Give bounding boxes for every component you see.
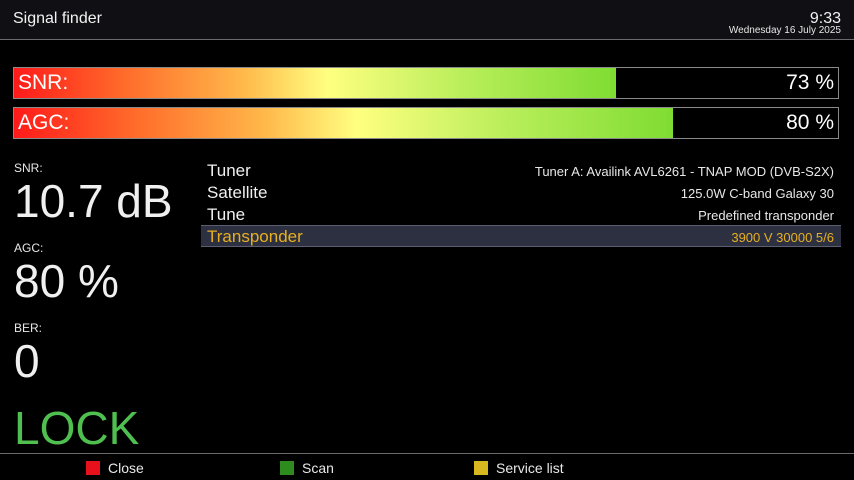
info-value: Tuner A: Availink AVL6261 - TNAP MOD (DV… <box>534 164 834 179</box>
snr-metric-value: 10.7 dB <box>14 175 173 227</box>
info-row-tuner[interactable]: Tuner Tuner A: Availink AVL6261 - TNAP M… <box>201 160 841 182</box>
ber-metric-label: BER: <box>14 321 43 335</box>
close-button-label: Close <box>108 460 144 476</box>
agc-bar-label: AGC: <box>18 111 70 134</box>
lock-status: LOCK <box>14 402 140 454</box>
header-bar: Signal finder 9:33 Wednesday 16 July 202… <box>0 0 854 40</box>
info-key: Satellite <box>207 183 268 202</box>
green-key-icon <box>280 461 294 475</box>
screen-title: Signal finder <box>13 10 102 27</box>
info-row-tune[interactable]: Tune Predefined transponder <box>201 204 841 226</box>
info-key: Transponder <box>207 227 303 246</box>
signal-finder-screen: Signal finder 9:33 Wednesday 16 July 202… <box>0 0 854 480</box>
info-row-transponder[interactable]: Transponder 3900 V 30000 5/6 <box>201 225 841 247</box>
snr-bar-label: SNR: <box>18 71 69 94</box>
snr-bar-value: 73 % <box>786 71 834 94</box>
info-value: 3900 V 30000 5/6 <box>731 230 834 245</box>
clock-date: Wednesday 16 July 2025 <box>728 25 841 36</box>
info-value: Predefined transponder <box>698 208 834 223</box>
agc-metric-value: 80 % <box>14 255 119 307</box>
yellow-key-icon <box>474 461 488 475</box>
service-list-button-label: Service list <box>496 460 564 476</box>
agc-bar: AGC: 80 % <box>13 107 839 139</box>
info-value: 125.0W C-band Galaxy 30 <box>680 186 834 201</box>
snr-bar-fill <box>14 68 616 98</box>
footer-bar: Close Scan Service list <box>0 453 854 480</box>
agc-bar-fill <box>14 108 674 138</box>
info-key: Tuner <box>207 161 251 180</box>
agc-metric-label: AGC: <box>14 241 44 255</box>
info-row-satellite[interactable]: Satellite 125.0W C-band Galaxy 30 <box>201 182 841 204</box>
red-key-icon <box>86 461 100 475</box>
scan-button-label: Scan <box>302 460 334 476</box>
snr-bar: SNR: 73 % <box>13 67 839 99</box>
agc-bar-value: 80 % <box>786 111 834 134</box>
info-key: Tune <box>207 205 246 224</box>
ber-metric-value: 0 <box>14 335 40 387</box>
snr-metric-label: SNR: <box>14 161 43 175</box>
